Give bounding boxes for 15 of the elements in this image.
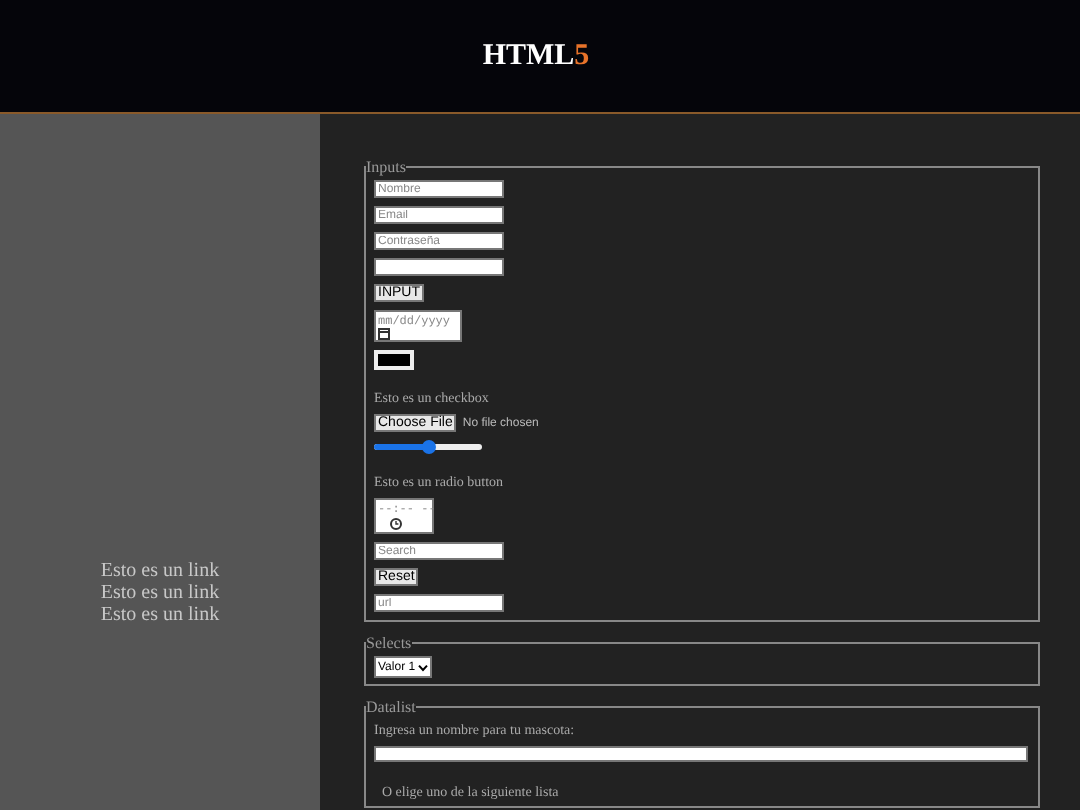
- color-picker[interactable]: [374, 350, 414, 370]
- clock-icon[interactable]: [390, 518, 402, 530]
- range-slider[interactable]: [374, 444, 482, 450]
- sidebar-link[interactable]: Esto es un link: [100, 581, 220, 603]
- chevron-icon: [417, 663, 428, 671]
- sidebar-link[interactable]: Esto es un link: [100, 603, 220, 625]
- section-legend: Selects: [366, 634, 412, 652]
- slider-thumb[interactable]: [422, 440, 436, 454]
- site-title: HTML5: [482, 39, 590, 73]
- sidebar-link[interactable]: Esto es un link: [100, 559, 220, 581]
- section-legend: Datalist: [366, 698, 416, 716]
- text-field[interactable]: [374, 258, 504, 276]
- calendar-icon[interactable]: [378, 328, 390, 340]
- text-field[interactable]: [374, 746, 1028, 762]
- section-legend: Inputs: [366, 158, 406, 176]
